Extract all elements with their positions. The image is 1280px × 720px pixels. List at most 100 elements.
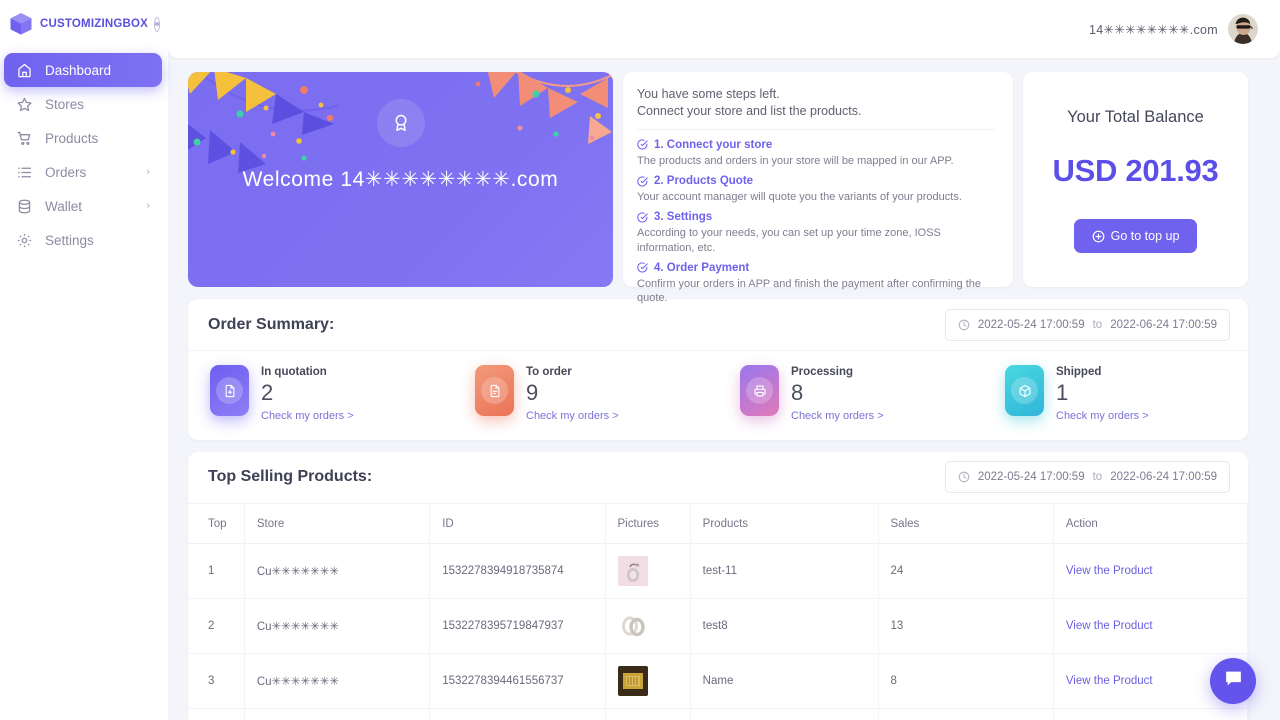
cell-top	[188, 708, 244, 720]
product-thumbnail-3	[618, 666, 648, 696]
stat-card-in-quotation: In quotation 2 Check my orders >	[188, 365, 453, 422]
stat-label: Processing	[791, 366, 884, 378]
list-icon	[16, 164, 33, 181]
cart-icon	[16, 130, 33, 147]
cell-id: 1532278394461556737	[430, 653, 605, 708]
step-title-text: 3. Settings	[654, 211, 712, 223]
stat-label: To order	[526, 366, 619, 378]
sidebar-item-stores[interactable]: Stores	[4, 87, 162, 121]
table-head: Top Store ID Pictures Products Sales Act…	[188, 504, 1248, 544]
avatar[interactable]	[1228, 14, 1258, 44]
chat-support-button[interactable]	[1210, 658, 1256, 704]
check-my-orders-link[interactable]: Check my orders >	[261, 410, 354, 422]
top-selling-panel: Top Selling Products: 2022-05-24 17:00:5…	[188, 452, 1248, 720]
table-row[interactable]: 1 Cu✳✳✳✳✳✳✳ 1532278394918735874	[188, 543, 1248, 598]
cell-product: test-11	[690, 543, 878, 598]
order-summary-date-range-picker[interactable]: 2022-05-24 17:00:59 to 2022-06-24 17:00:…	[945, 309, 1230, 341]
product-thumbnail-1	[618, 556, 648, 586]
topbar: 14✳✳✳✳✳✳✳✳.com	[168, 0, 1280, 58]
go-to-top-up-button[interactable]: Go to top up	[1074, 219, 1198, 253]
logo-row[interactable]: CUSTOMIZINGBOX	[0, 0, 168, 48]
table-header-row: Top Store ID Pictures Products Sales Act…	[188, 504, 1248, 544]
cell-product	[690, 708, 878, 720]
stat-label: In quotation	[261, 366, 354, 378]
column-header-action: Action	[1053, 504, 1247, 544]
main-area: 14✳✳✳✳✳✳✳✳.com	[168, 0, 1280, 720]
column-header-products: Products	[690, 504, 878, 544]
check-my-orders-link[interactable]: Check my orders >	[1056, 410, 1149, 422]
step-title-text: 1. Connect your store	[654, 139, 772, 151]
sidebar-nav: Dashboard Stores	[0, 53, 168, 257]
sidebar-item-orders[interactable]: Orders ›	[4, 155, 162, 189]
cell-sales: 24	[878, 543, 1053, 598]
sidebar-item-label: Wallet	[45, 199, 134, 214]
column-header-top: Top	[188, 504, 244, 544]
column-header-store: Store	[244, 504, 429, 544]
top-selling-table-wrap: Top Store ID Pictures Products Sales Act…	[188, 504, 1248, 720]
cell-picture	[605, 708, 690, 720]
home-icon	[16, 62, 33, 79]
steps-heading-line1: You have some steps left.	[637, 86, 995, 103]
step-item[interactable]: 4. Order Payment Confirm your orders in …	[637, 262, 995, 306]
stat-value: 2	[261, 379, 354, 407]
check-my-orders-link[interactable]: Check my orders >	[526, 410, 619, 422]
cell-picture	[605, 598, 690, 653]
cell-picture	[605, 653, 690, 708]
stat-value: 9	[526, 379, 619, 407]
steps-header: You have some steps left. Connect your s…	[637, 86, 995, 130]
dashboard-top-row: Welcome 14✳✳✳✳✳✳✳✳.com You have some ste…	[188, 72, 1248, 287]
cell-action: View the Product	[1053, 598, 1247, 653]
sidebar-item-label: Dashboard	[45, 63, 138, 78]
date-from: 2022-05-24 17:00:59	[978, 471, 1085, 483]
stat-card-shipped: Shipped 1 Check my orders >	[983, 365, 1248, 422]
view-the-product-link[interactable]: View the Product	[1066, 675, 1153, 687]
cell-product: Name	[690, 653, 878, 708]
order-summary-panel: Order Summary: 2022-05-24 17:00:59 to 20…	[188, 299, 1248, 440]
sidebar-item-products[interactable]: Products	[4, 121, 162, 155]
cell-top: 3	[188, 653, 244, 708]
table-row[interactable]	[188, 708, 1248, 720]
welcome-banner: Welcome 14✳✳✳✳✳✳✳✳.com	[188, 72, 613, 287]
view-the-product-link[interactable]: View the Product	[1066, 620, 1153, 632]
clock-icon	[958, 471, 970, 483]
sidebar-item-settings[interactable]: Settings	[4, 223, 162, 257]
step-item[interactable]: 1. Connect your store The products and o…	[637, 139, 995, 168]
sidebar-item-wallet[interactable]: Wallet ›	[4, 189, 162, 223]
check-my-orders-link[interactable]: Check my orders >	[791, 410, 884, 422]
check-circle-icon	[637, 262, 648, 273]
cell-id: 1532278394918735874	[430, 543, 605, 598]
balance-amount: USD 201.93	[1053, 153, 1219, 189]
view-the-product-link[interactable]: View the Product	[1066, 565, 1153, 577]
sidebar-item-dashboard[interactable]: Dashboard	[4, 53, 162, 87]
stat-card-processing: Processing 8 Check my orders >	[718, 365, 983, 422]
date-separator: to	[1093, 471, 1103, 483]
table-row[interactable]: 3 Cu✳✳✳✳✳✳✳ 1532278394461556737	[188, 653, 1248, 708]
top-selling-table: Top Store ID Pictures Products Sales Act…	[188, 504, 1248, 720]
chevron-right-icon: ›	[146, 167, 150, 178]
step-desc-text: Your account manager will quote you the …	[637, 190, 995, 204]
table-row[interactable]: 2 Cu✳✳✳✳✳✳✳ 1532278395719847937	[188, 598, 1248, 653]
cube-logo-icon	[8, 11, 34, 37]
award-badge-icon	[377, 99, 425, 147]
cell-product: test8	[690, 598, 878, 653]
cell-id: 1532278395719847937	[430, 598, 605, 653]
cell-action: View the Product	[1053, 543, 1247, 598]
cell-store	[244, 708, 429, 720]
order-stat-list: In quotation 2 Check my orders >	[188, 351, 1248, 440]
cell-sales	[878, 708, 1053, 720]
step-item[interactable]: 2. Products Quote Your account manager w…	[637, 175, 995, 204]
check-circle-icon	[637, 176, 648, 187]
balance-title: Your Total Balance	[1067, 108, 1204, 127]
gear-icon	[16, 232, 33, 249]
sidebar-collapse-icon[interactable]	[154, 17, 160, 32]
column-header-sales: Sales	[878, 504, 1053, 544]
user-account-label[interactable]: 14✳✳✳✳✳✳✳✳.com	[1089, 22, 1218, 37]
cell-top: 2	[188, 598, 244, 653]
top-selling-date-range-picker[interactable]: 2022-05-24 17:00:59 to 2022-06-24 17:00:…	[945, 461, 1230, 493]
go-to-top-up-label: Go to top up	[1111, 229, 1180, 243]
step-item[interactable]: 3. Settings According to your needs, you…	[637, 211, 995, 255]
box-icon	[1005, 365, 1044, 416]
sidebar-item-label: Orders	[45, 165, 134, 180]
step-desc-text: The products and orders in your store wi…	[637, 154, 995, 168]
stat-value: 8	[791, 379, 884, 407]
